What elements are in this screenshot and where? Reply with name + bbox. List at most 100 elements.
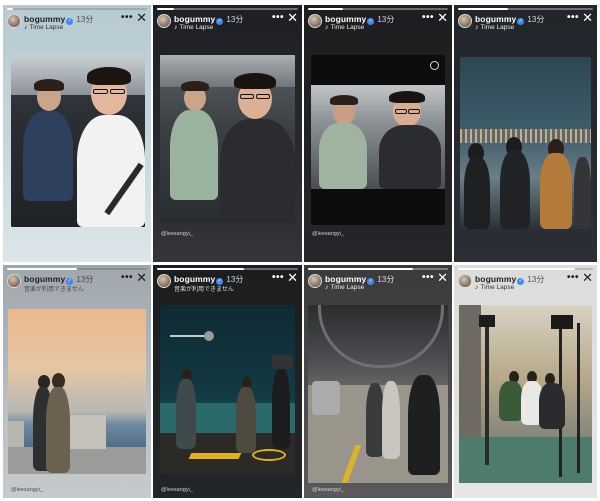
music-unavailable-label: 音楽が利用できません bbox=[24, 287, 84, 293]
avatar[interactable] bbox=[7, 274, 21, 288]
story-progress-fill bbox=[7, 268, 77, 270]
story-grid: bogummy ✓ 13分 ♪ Time Lapse ••• ✕ bogummy… bbox=[0, 0, 600, 501]
story-card[interactable]: bogummy ✓ 13分 ♪ Time Lapse ••• ✕ bbox=[454, 5, 597, 262]
music-title: Time Lapse bbox=[330, 24, 365, 31]
story-photo bbox=[160, 55, 295, 223]
close-icon[interactable]: ✕ bbox=[437, 10, 448, 26]
story-photo bbox=[11, 55, 145, 227]
post-time: 13分 bbox=[527, 275, 545, 284]
avatar[interactable] bbox=[308, 14, 322, 28]
more-options-icon[interactable]: ••• bbox=[422, 12, 434, 23]
story-progress-bar bbox=[308, 268, 448, 270]
username-text[interactable]: bogummy bbox=[475, 14, 516, 24]
verified-badge-icon: ✓ bbox=[517, 18, 525, 25]
close-icon[interactable]: ✕ bbox=[287, 10, 298, 26]
music-note-icon: ♪ bbox=[174, 24, 178, 31]
story-card[interactable]: bogummy ✓ 13分 ♪ Time Lapse ••• ✕ @leesangyi… bbox=[304, 265, 452, 498]
music-note-icon: ♪ bbox=[325, 24, 329, 31]
close-icon[interactable]: ✕ bbox=[437, 270, 448, 286]
username-text[interactable]: bogummy bbox=[475, 274, 516, 284]
mention-tag[interactable]: @leesangyi_ bbox=[161, 231, 193, 237]
story-progress-bar bbox=[458, 8, 593, 10]
username-text[interactable]: bogummy bbox=[174, 274, 215, 284]
mention-tag[interactable]: @leesangyi_ bbox=[161, 487, 193, 493]
music-label[interactable]: ♪ Time Lapse bbox=[174, 24, 213, 31]
username-text[interactable]: bogummy bbox=[174, 14, 215, 24]
more-options-icon[interactable]: ••• bbox=[121, 272, 133, 283]
story-header: bogummy ✓ 13分 ♪ Time Lapse ••• ✕ bbox=[157, 10, 298, 35]
more-options-icon[interactable]: ••• bbox=[121, 12, 133, 23]
story-photo bbox=[160, 305, 295, 473]
music-title: Time Lapse bbox=[330, 284, 365, 291]
story-card[interactable]: bogummy ✓ 13分 音楽が利用できません ••• ✕ @leesangyi_ bbox=[3, 265, 151, 498]
more-options-icon[interactable]: ••• bbox=[567, 272, 579, 283]
story-photo bbox=[308, 305, 448, 483]
avatar[interactable] bbox=[157, 274, 171, 288]
close-icon[interactable]: ✕ bbox=[582, 10, 593, 26]
post-time: 13分 bbox=[226, 15, 244, 24]
music-label[interactable]: ♪ Time Lapse bbox=[475, 284, 514, 291]
story-photo bbox=[459, 305, 592, 483]
story-progress-fill bbox=[308, 268, 413, 270]
avatar[interactable] bbox=[458, 274, 472, 288]
story-photo bbox=[311, 55, 445, 225]
story-card[interactable]: bogummy ✓ 13分 ♪ Time Lapse ••• ✕ @leesangyi… bbox=[153, 5, 302, 262]
story-photo bbox=[8, 309, 146, 474]
story-progress-bar bbox=[7, 8, 147, 10]
music-label[interactable]: ♪ Time Lapse bbox=[325, 284, 364, 291]
story-progress-bar bbox=[157, 268, 298, 270]
close-icon[interactable]: ✕ bbox=[582, 270, 593, 286]
close-icon[interactable]: ✕ bbox=[136, 10, 147, 26]
story-header: bogummy ✓ 13分 ♪ Time Lapse ••• ✕ bbox=[308, 10, 448, 35]
music-note-icon: ♪ bbox=[475, 284, 479, 291]
music-title: Time Lapse bbox=[480, 284, 515, 291]
verified-badge-icon: ✓ bbox=[216, 18, 224, 25]
close-icon[interactable]: ✕ bbox=[136, 270, 147, 286]
story-card[interactable]: bogummy ✓ 13分 ♪ Time Lapse ••• ✕ bbox=[454, 265, 597, 498]
story-header: bogummy ✓ 13分 ♪ Time Lapse ••• ✕ bbox=[308, 270, 448, 295]
verified-badge-icon: ✓ bbox=[517, 278, 525, 285]
music-label[interactable]: ♪ Time Lapse bbox=[24, 24, 63, 31]
post-time: 13分 bbox=[377, 15, 395, 24]
music-title: Time Lapse bbox=[179, 24, 214, 31]
music-label[interactable]: ♪ Time Lapse bbox=[475, 24, 514, 31]
story-header: bogummy ✓ 13分 ♪ Time Lapse ••• ✕ bbox=[458, 10, 593, 35]
music-note-icon: ♪ bbox=[325, 284, 329, 291]
story-progress-bar bbox=[308, 8, 448, 10]
story-header: bogummy ✓ 13分 音楽が利用できません ••• ✕ bbox=[7, 270, 147, 295]
story-card[interactable]: bogummy ✓ 13分 音楽が利用できません ••• ✕ @leesangyi_ bbox=[153, 265, 302, 498]
avatar[interactable] bbox=[7, 14, 21, 28]
close-icon[interactable]: ✕ bbox=[287, 270, 298, 286]
post-time: 13分 bbox=[76, 15, 94, 24]
username-text[interactable]: bogummy bbox=[24, 274, 65, 284]
story-progress-fill bbox=[458, 8, 508, 10]
story-progress-bar bbox=[157, 8, 298, 10]
post-time: 13分 bbox=[377, 275, 395, 284]
music-title: Time Lapse bbox=[29, 24, 64, 31]
story-header: bogummy ✓ 13分 ♪ Time Lapse ••• ✕ bbox=[458, 270, 593, 295]
mention-tag[interactable]: @leesangyi_ bbox=[11, 487, 43, 493]
verified-badge-icon: ✓ bbox=[367, 18, 375, 25]
story-progress-bar bbox=[7, 268, 147, 270]
music-label[interactable]: ♪ Time Lapse bbox=[325, 24, 364, 31]
story-header: bogummy ✓ 13分 ♪ Time Lapse ••• ✕ bbox=[7, 10, 147, 35]
verified-badge-icon: ✓ bbox=[66, 18, 74, 25]
avatar[interactable] bbox=[458, 14, 472, 28]
username-text[interactable]: bogummy bbox=[24, 14, 65, 24]
avatar[interactable] bbox=[157, 14, 171, 28]
mention-tag[interactable]: @leesangyi_ bbox=[312, 231, 344, 237]
more-options-icon[interactable]: ••• bbox=[272, 272, 284, 283]
music-title: Time Lapse bbox=[480, 24, 515, 31]
post-time: 13分 bbox=[527, 15, 545, 24]
more-options-icon[interactable]: ••• bbox=[272, 12, 284, 23]
avatar[interactable] bbox=[308, 274, 322, 288]
username-text[interactable]: bogummy bbox=[325, 14, 366, 24]
more-options-icon[interactable]: ••• bbox=[567, 12, 579, 23]
username-text[interactable]: bogummy bbox=[325, 274, 366, 284]
more-options-icon[interactable]: ••• bbox=[422, 272, 434, 283]
post-time: 13分 bbox=[76, 275, 94, 284]
story-card[interactable]: bogummy ✓ 13分 ♪ Time Lapse ••• ✕ @leesangyi… bbox=[304, 5, 452, 262]
story-card[interactable]: bogummy ✓ 13分 ♪ Time Lapse ••• ✕ bbox=[3, 5, 151, 262]
story-header: bogummy ✓ 13分 音楽が利用できません ••• ✕ bbox=[157, 270, 298, 295]
mention-tag[interactable]: @leesangyi_ bbox=[312, 487, 344, 493]
